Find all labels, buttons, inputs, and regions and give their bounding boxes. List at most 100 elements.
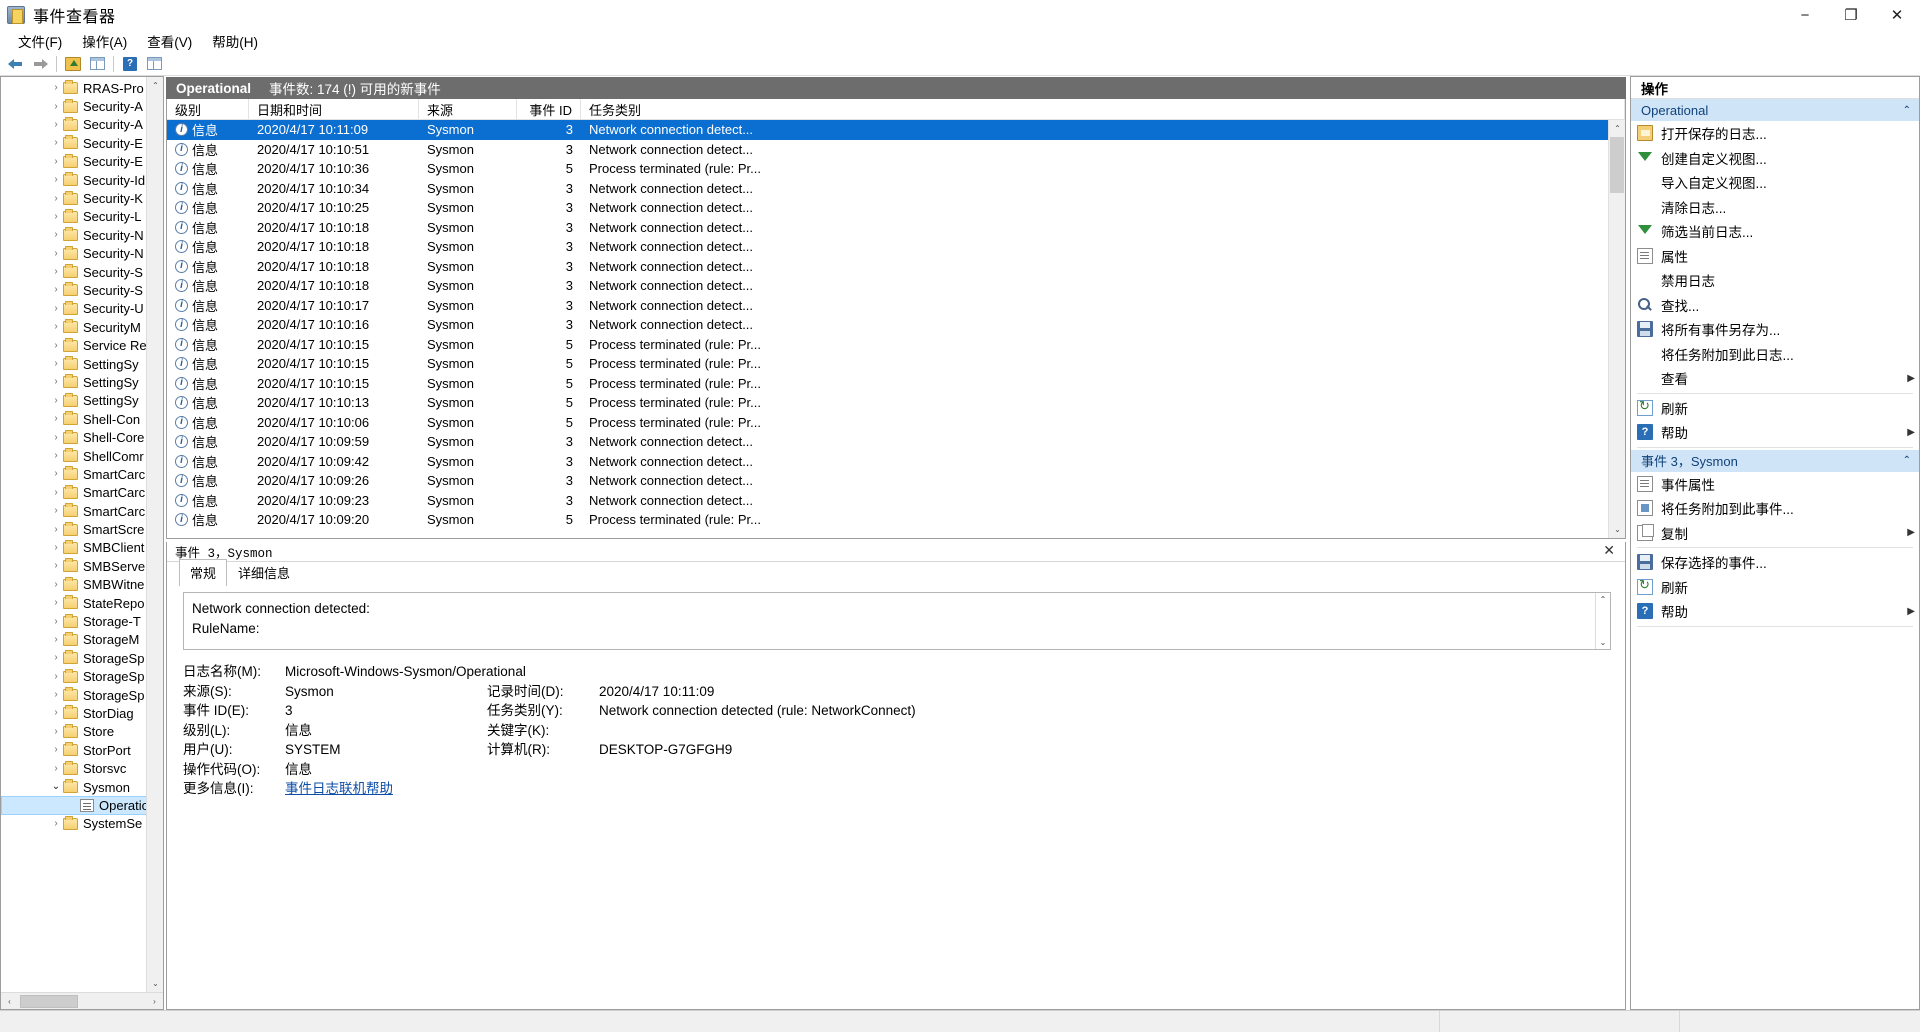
tree-item[interactable]: › Security-S (1, 281, 163, 299)
action-item[interactable]: 将任务附加到此事件... (1631, 496, 1919, 521)
chevron-right-icon[interactable]: › (49, 616, 63, 627)
forward-button[interactable] (29, 54, 51, 74)
chevron-right-icon[interactable]: › (49, 138, 63, 148)
description-scroll-down-arrow[interactable]: ⌄ (1600, 638, 1607, 647)
chevron-right-icon[interactable]: › (49, 506, 63, 516)
tree-scroll-up-arrow[interactable]: ⌃ (147, 77, 163, 94)
tree-item[interactable]: › Storsvc (1, 759, 163, 777)
show-hide-tree-button[interactable] (86, 54, 108, 74)
tree-item[interactable]: ⌄ Sysmon (1, 778, 163, 796)
tree-item[interactable]: › SystemSe (1, 815, 163, 833)
chevron-right-icon[interactable]: › (49, 469, 63, 479)
chevron-right-icon[interactable]: › (49, 598, 63, 608)
tree-item[interactable]: › StorDiag (1, 704, 163, 722)
action-item[interactable]: 禁用日志 (1631, 268, 1919, 293)
action-item[interactable]: 打开保存的日志... (1631, 121, 1919, 146)
tree-item[interactable]: › Security-L (1, 208, 163, 226)
table-row[interactable]: i 信息 2020/4/17 10:09:23 Sysmon 3 Network conn… (167, 491, 1625, 511)
chevron-right-icon[interactable]: › (49, 377, 63, 387)
table-row[interactable]: i 信息 2020/4/17 10:10:18 Sysmon 3 Network conn… (167, 218, 1625, 238)
close-button[interactable]: ✕ (1874, 0, 1920, 30)
tree-item[interactable]: › StorageSp (1, 649, 163, 667)
tree-item[interactable]: › SMBClient (1, 539, 163, 557)
tree-item[interactable]: › Security-E (1, 153, 163, 171)
action-item[interactable]: 将任务附加到此日志... (1631, 342, 1919, 367)
tree-item[interactable]: › SecurityM (1, 318, 163, 336)
chevron-right-icon[interactable]: › (49, 83, 63, 93)
chevron-right-icon[interactable]: ▶ (1907, 527, 1915, 538)
chevron-right-icon[interactable]: › (49, 230, 63, 240)
chevron-right-icon[interactable]: › (49, 634, 63, 645)
minimize-button[interactable]: − (1782, 0, 1828, 30)
chevron-right-icon[interactable]: › (49, 395, 63, 406)
tree-scroll-left-arrow[interactable]: ‹ (1, 993, 18, 1010)
tree-item[interactable]: › Security-Id (1, 171, 163, 189)
tree-item[interactable]: › SMBWitne (1, 576, 163, 594)
chevron-right-icon[interactable]: ▶ (1907, 427, 1915, 438)
action-item[interactable]: 刷新 (1631, 575, 1919, 600)
action-item[interactable]: 保存选择的事件... (1631, 550, 1919, 575)
tree-item[interactable]: › Service Re (1, 336, 163, 354)
chevron-right-icon[interactable]: › (49, 414, 63, 424)
chevron-right-icon[interactable]: › (49, 561, 63, 571)
table-row[interactable]: i 信息 2020/4/17 10:10:15 Sysmon 5 Process term… (167, 374, 1625, 394)
chevron-right-icon[interactable]: › (49, 690, 63, 700)
action-item[interactable]: ? 帮助 ▶ (1631, 420, 1919, 445)
column-header-source[interactable]: 来源 (419, 99, 517, 119)
tree-item[interactable]: › Security-E (1, 134, 163, 152)
column-header-level[interactable]: 级别 (167, 99, 249, 119)
tree-item[interactable]: › Store (1, 723, 163, 741)
action-item[interactable]: 清除日志... (1631, 195, 1919, 220)
chevron-right-icon[interactable]: › (49, 524, 63, 535)
tree-item[interactable]: › Storage-T (1, 612, 163, 630)
event-list-scroll-up-arrow[interactable]: ⌃ (1609, 120, 1625, 137)
event-description-scrollbar[interactable]: ⌃ ⌄ (1595, 593, 1610, 649)
actions-group-header[interactable]: Operational ⌃ (1631, 99, 1919, 121)
menu-action[interactable]: 操作(A) (72, 29, 137, 53)
table-row[interactable]: i 信息 2020/4/17 10:10:15 Sysmon 5 Process term… (167, 335, 1625, 355)
chevron-up-icon[interactable]: ⌃ (1903, 105, 1911, 116)
event-list-scroll-down-arrow[interactable]: ⌄ (1609, 521, 1625, 538)
table-row[interactable]: i 信息 2020/4/17 10:09:26 Sysmon 3 Network conn… (167, 471, 1625, 491)
tree-item[interactable]: › Security-A (1, 97, 163, 115)
tree-item[interactable]: › Shell-Con (1, 410, 163, 428)
chevron-right-icon[interactable]: › (49, 432, 63, 443)
tree-item[interactable]: › Security-N (1, 245, 163, 263)
column-header-task-category[interactable]: 任务类别 (581, 99, 1625, 119)
event-detail-close-button[interactable]: ✕ (1599, 543, 1619, 560)
menu-help[interactable]: 帮助(H) (202, 29, 268, 53)
action-item[interactable]: 导入自定义视图... (1631, 170, 1919, 195)
tree-item[interactable]: › SettingSy (1, 373, 163, 391)
chevron-right-icon[interactable]: › (49, 487, 63, 498)
menu-view[interactable]: 查看(V) (137, 29, 202, 53)
chevron-right-icon[interactable]: › (49, 303, 63, 314)
tree-item[interactable]: › SmartCarc (1, 502, 163, 520)
action-item[interactable]: 创建自定义视图... (1631, 146, 1919, 171)
tree-item[interactable]: › StorPort (1, 741, 163, 759)
chevron-right-icon[interactable]: › (49, 322, 63, 332)
table-row[interactable]: i 信息 2020/4/17 10:10:18 Sysmon 3 Network conn… (167, 276, 1625, 296)
chevron-right-icon[interactable]: › (49, 359, 63, 369)
tree-item[interactable]: › SmartCarc (1, 484, 163, 502)
back-button[interactable] (5, 54, 27, 74)
tree-horizontal-scrollbar[interactable]: ‹ › (1, 992, 163, 1009)
tree-item[interactable]: › Security-N (1, 226, 163, 244)
column-header-date[interactable]: 日期和时间 (249, 99, 419, 119)
table-row[interactable]: i 信息 2020/4/17 10:10:06 Sysmon 5 Process term… (167, 413, 1625, 433)
action-item[interactable]: 事件属性 (1631, 472, 1919, 497)
tree-item[interactable]: › StorageSp (1, 686, 163, 704)
tree-item[interactable]: › Shell-Core (1, 428, 163, 446)
chevron-right-icon[interactable]: › (49, 671, 63, 682)
tree-item[interactable]: › Security-U (1, 300, 163, 318)
table-row[interactable]: i 信息 2020/4/17 10:09:42 Sysmon 3 Network conn… (167, 452, 1625, 472)
chevron-right-icon[interactable]: › (49, 818, 63, 829)
chevron-right-icon[interactable]: › (49, 542, 63, 553)
chevron-right-icon[interactable]: › (49, 285, 63, 295)
tree-hscroll-thumb[interactable] (20, 994, 78, 1008)
tree-scroll-right-arrow[interactable]: › (146, 993, 163, 1010)
maximize-button[interactable]: ❐ (1828, 0, 1874, 30)
action-item[interactable]: 属性 (1631, 244, 1919, 269)
chevron-right-icon[interactable]: › (49, 708, 63, 718)
tree-item[interactable]: › StateRepo (1, 594, 163, 612)
chevron-right-icon[interactable]: › (49, 175, 63, 185)
